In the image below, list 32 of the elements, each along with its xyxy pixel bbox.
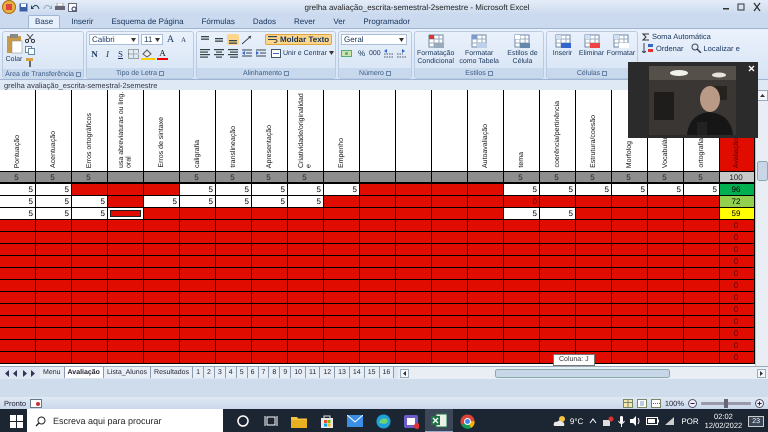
input-language: POR (681, 416, 699, 426)
max-score-cell: 5 (72, 172, 108, 184)
grade-cell: 0 (720, 328, 755, 340)
grade-cell: 0 (720, 352, 755, 364)
grade-cell: 96 (720, 184, 755, 196)
temperature: 9°C (570, 416, 584, 426)
grade-cell: 0 (720, 316, 755, 328)
grade-cell: 0 (720, 256, 755, 268)
grade-cell: 59 (720, 208, 755, 220)
max-score-cell: 5 (504, 172, 540, 184)
grade-cell: 72 (720, 196, 755, 208)
max-score-cell: 5 (216, 172, 252, 184)
max-score-cell: 5 (252, 172, 288, 184)
max-score-cell: 5 (288, 172, 324, 184)
max-score-cell: 5 (540, 172, 576, 184)
grade-cell: 0 (720, 340, 755, 352)
max-score-cell: 5 (180, 172, 216, 184)
grade-cell: 0 (720, 268, 755, 280)
max-score-cell: 5 (576, 172, 612, 184)
grade-cell: 0 (720, 220, 755, 232)
max-score-cell: 5 (612, 172, 648, 184)
max-score-cell: 5 (0, 172, 36, 184)
grade-cell: 0 (720, 304, 755, 316)
window-title: grelha avaliação_escrita-semestral-2semestre - Microsoft Excel (304, 2, 530, 12)
max-score-cell: 5 (684, 172, 720, 184)
max-score-cell: 100 (720, 172, 755, 184)
grade-cell: 0 (720, 280, 755, 292)
grade-cell: 0 (720, 292, 755, 304)
max-score-cell: 5 (648, 172, 684, 184)
grade-cell: 0 (720, 232, 755, 244)
max-score-cell: 5 (36, 172, 72, 184)
grade-cell: 0 (720, 244, 755, 256)
